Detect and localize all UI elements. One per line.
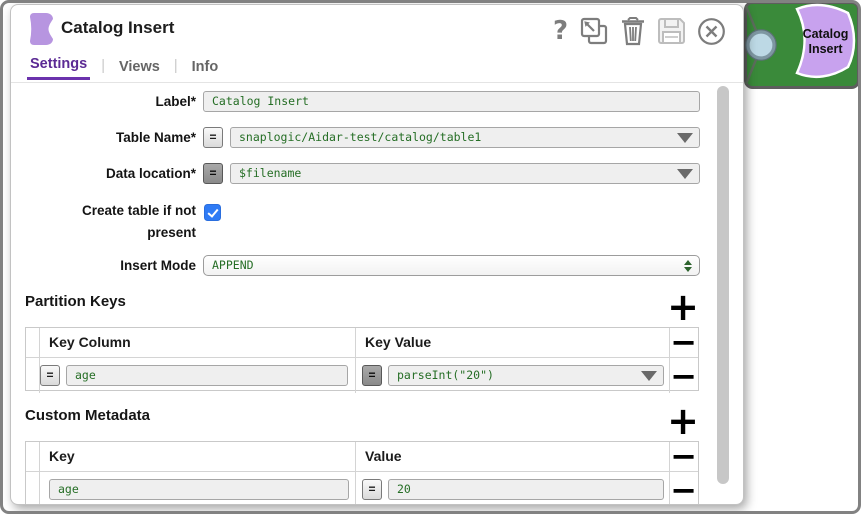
dialog-scrollbar-thumb[interactable] [717, 86, 729, 484]
insert-mode-select[interactable]: APPEND [203, 255, 700, 276]
metadata-key-input[interactable]: age [49, 479, 349, 500]
dialog-title: Catalog Insert [61, 18, 174, 38]
custom-metadata-row-remove-button[interactable]: − [669, 476, 698, 504]
create-table-field-label: Create table if not present [46, 200, 196, 244]
trash-icon[interactable] [620, 16, 646, 46]
key-column-input[interactable]: age [66, 365, 348, 386]
data-location-value: $filename [239, 166, 301, 180]
metadata-value-input[interactable]: 20 [388, 479, 664, 500]
dialog-toolbar: ? [553, 14, 726, 48]
input-terminal-icon[interactable] [748, 32, 774, 58]
custom-metadata-table: Key Value − age = 20 − [25, 441, 699, 505]
key-column-expression-toggle[interactable]: = [40, 365, 60, 386]
custom-metadata-remove-row-button[interactable]: − [669, 442, 698, 470]
tab-info[interactable]: Info [189, 59, 222, 80]
tab-divider: | [101, 58, 105, 80]
label-field-label: Label* [11, 91, 196, 112]
column-header-key-column: Key Column [49, 328, 131, 357]
insert-mode-field-label: Insert Mode [11, 255, 196, 276]
tab-views[interactable]: Views [116, 59, 163, 80]
table-name-dropdown-icon[interactable] [677, 133, 693, 143]
popout-icon[interactable] [579, 16, 609, 46]
tab-bar-divider [11, 82, 744, 83]
partition-keys-row-remove-button[interactable]: − [669, 362, 698, 390]
data-location-input[interactable]: $filename [230, 163, 700, 184]
metadata-value-expression-toggle[interactable]: = [362, 479, 382, 500]
label-input[interactable]: Catalog Insert [203, 91, 700, 112]
partition-keys-remove-row-button[interactable]: − [669, 328, 698, 356]
insert-mode-value: APPEND [212, 258, 254, 272]
custom-metadata-row: age = 20 − [26, 472, 698, 505]
partition-keys-table: Key Column Key Value − = age = parseInt(… [25, 327, 699, 391]
table-name-input[interactable]: snaplogic/Aidar-test/catalog/table1 [230, 127, 700, 148]
key-value-expression-toggle[interactable]: = [362, 365, 382, 386]
custom-metadata-header-row: Key Value − [26, 442, 698, 472]
tab-settings[interactable]: Settings [27, 56, 90, 80]
key-value-input[interactable]: parseInt("20") [388, 365, 664, 386]
column-header-key-value: Key Value [365, 328, 431, 357]
data-location-field-label: Data location* [11, 163, 196, 184]
create-table-checkbox[interactable] [204, 204, 221, 221]
partition-keys-header-row: Key Column Key Value − [26, 328, 698, 358]
key-value-dropdown-icon[interactable] [641, 371, 657, 381]
tab-divider: | [174, 58, 178, 80]
column-header-key: Key [49, 442, 75, 471]
tab-bar: Settings | Views | Info [27, 56, 221, 80]
catalog-insert-snap[interactable]: Catalog Insert [744, 1, 860, 89]
snap-settings-dialog: Catalog Insert ? [10, 4, 744, 505]
table-name-value: snaplogic/Aidar-test/catalog/table1 [239, 130, 481, 144]
key-value-text: parseInt("20") [397, 368, 494, 382]
column-header-value: Value [365, 442, 402, 471]
select-spinner-icon [684, 260, 692, 272]
custom-metadata-add-row-button[interactable]: + [666, 405, 700, 437]
save-icon[interactable] [657, 17, 686, 45]
snap-type-icon [29, 12, 54, 51]
help-icon[interactable]: ? [553, 16, 568, 46]
partition-keys-title: Partition Keys [25, 293, 126, 310]
partition-keys-row: = age = parseInt("20") − [26, 358, 698, 393]
custom-metadata-title: Custom Metadata [25, 407, 150, 424]
partition-keys-add-row-button[interactable]: + [666, 291, 700, 323]
data-location-dropdown-icon[interactable] [677, 169, 693, 179]
snap-label: Catalog Insert [797, 27, 854, 57]
table-name-expression-toggle[interactable]: = [203, 127, 223, 148]
data-location-expression-toggle[interactable]: = [203, 163, 223, 184]
close-icon[interactable] [697, 17, 726, 46]
table-name-field-label: Table Name* [11, 127, 196, 148]
